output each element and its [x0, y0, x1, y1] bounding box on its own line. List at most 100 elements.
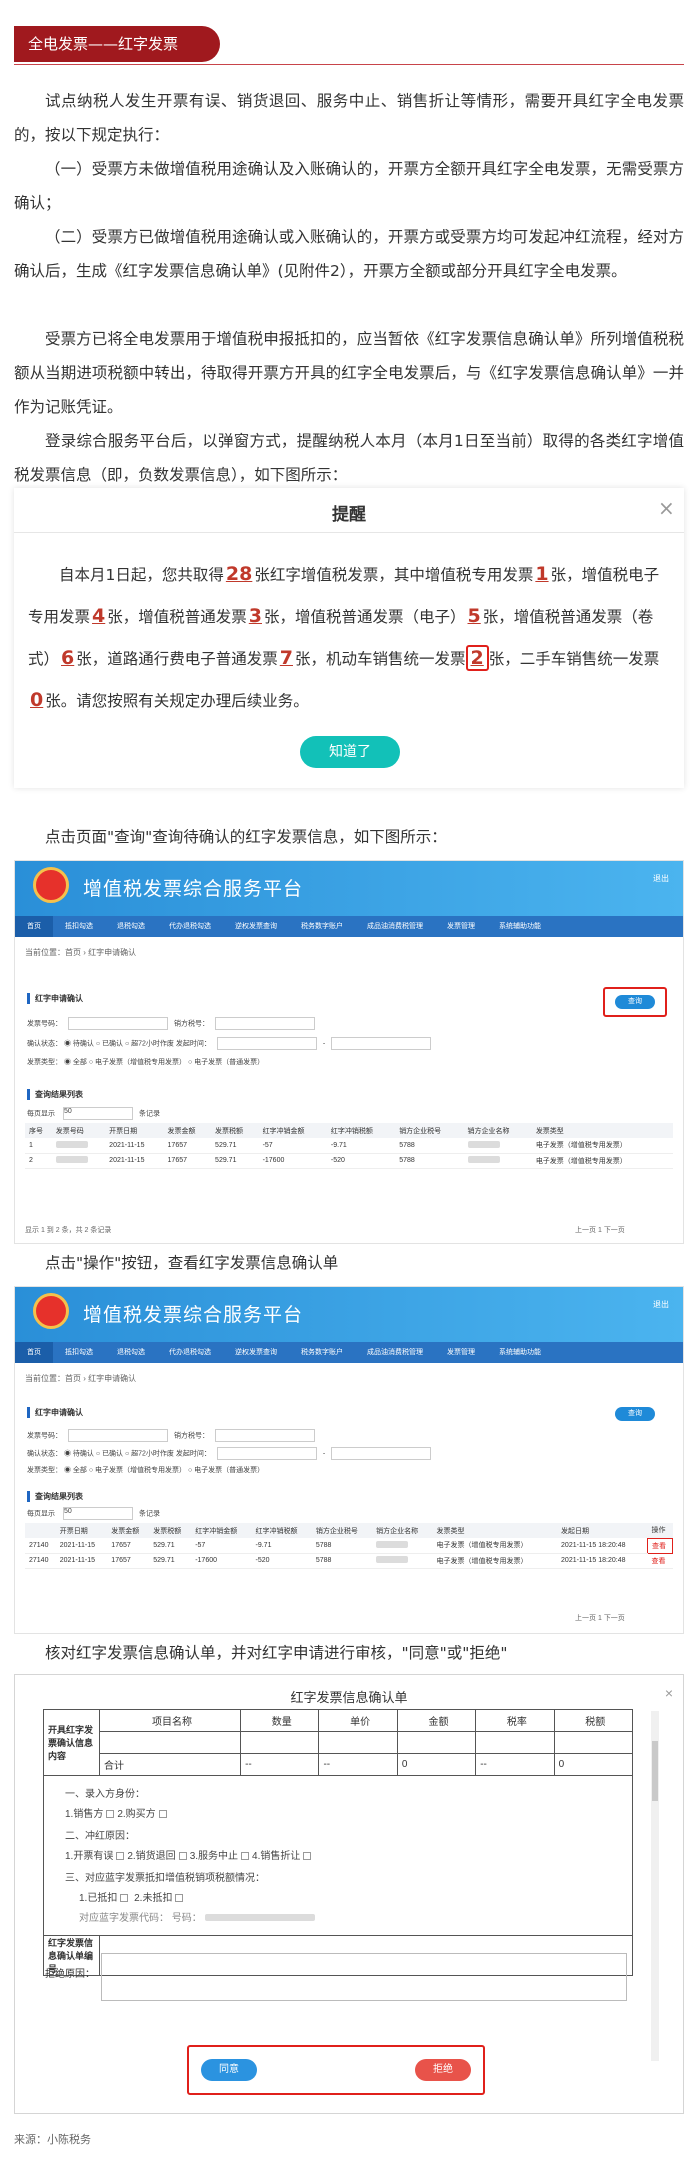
section-label: 二、冲红原因： — [65, 1831, 135, 1842]
nav-item[interactable]: 逆权发票查询 — [223, 1342, 289, 1363]
main-nav: 首页 抵扣勾选 退税勾选 代办退税勾选 逆权发票查询 税务数字账户 成品油消费税… — [15, 916, 683, 937]
checkbox[interactable] — [158, 1810, 167, 1819]
paragraph: 试点纳税人发生开票有误、销货退回、服务中止、销售折让等情形，需要开具红字全电发票… — [14, 92, 684, 144]
close-icon[interactable]: × — [665, 1685, 673, 1701]
breadcrumb: 当前位置：首页 › 红字申请确认 — [25, 948, 137, 957]
paragraph: 受票方已将全电发票用于增值税申报抵扣的，应当暂依《红字发票信息确认单》所列增值税… — [14, 330, 684, 416]
prev-page[interactable]: 上一页 — [575, 1227, 596, 1234]
paragraph: （二）受票方已做增值税用途确认或入账确认的，开票方或受票方均可发起冲红流程，经对… — [14, 228, 684, 280]
nav-item[interactable]: 抵扣勾选 — [53, 1342, 105, 1363]
confirmation-table: 开具红字发票确认信息内容 项目名称 数量 单价 金额 税率 税额 合计 -- -- 0… — [43, 1709, 634, 1976]
panel-header: 红字申请确认 — [27, 993, 83, 1004]
table-row[interactable]: 27140 2021-11-15 17657 529.71 -17600 -520 5788… — [25, 1553, 673, 1569]
nav-item[interactable]: 发票管理 — [435, 1342, 487, 1363]
main-nav: 首页 抵扣勾选 退税勾选 代办退税勾选 逆权发票查询 税务数字账户 成品油消费税… — [15, 1342, 683, 1363]
pagination-summary: 显示 1 到 2 条，共 2 条记录 — [25, 1227, 112, 1234]
source-note: 来源：小陈税务 — [14, 2133, 91, 2146]
scrollbar[interactable] — [651, 1711, 659, 2061]
invoice-number-input[interactable] — [68, 1017, 168, 1030]
popup-title: 提醒 — [332, 505, 366, 525]
view-operation-link[interactable]: 查看 — [646, 1537, 674, 1554]
checkbox-row: 1.开票有误 2.销货退回 3.服务中止 4.销售折让 — [65, 1847, 314, 1862]
page-size-select[interactable]: 50 — [62, 1507, 133, 1520]
agree-button[interactable]: 同意 — [201, 2059, 257, 2081]
reject-reason-label: 拒绝原因： — [45, 1969, 95, 1980]
nav-item[interactable]: 税务数字账户 — [289, 1342, 355, 1363]
dialog-title: 红字发票信息确认单 — [290, 1690, 408, 1705]
next-page[interactable]: 下一页 — [604, 1227, 625, 1234]
table-row[interactable]: 2 2021-11-15 17657 529.71 -17600 -520 5788 电子发票… — [25, 1153, 673, 1169]
next-page[interactable]: 下一页 — [604, 1615, 625, 1622]
filter-row: 确认状态： ◉ 待确认 ○ 已确认 ○ 超72小时作废 发起时间： - — [27, 1447, 437, 1460]
nav-item[interactable]: 首页 — [15, 916, 53, 937]
caption: 点击页面"查询"查询待确认的红字发票信息，如下图所示： — [45, 828, 447, 846]
checkbox[interactable] — [178, 1852, 187, 1861]
invoice-number-input[interactable] — [68, 1429, 168, 1442]
section-title-banner: 全电发票——红字发票 — [14, 26, 220, 62]
popup-divider — [14, 532, 684, 533]
seller-tax-input[interactable] — [215, 1429, 315, 1442]
panel-header: 查询结果列表 — [27, 1089, 83, 1100]
emblem-icon — [33, 867, 69, 903]
filter-row: 发票类型： ◉ 全部 ○ 电子发票（增值税专用发票） ○ 电子发票（普通发票） — [27, 1467, 265, 1474]
reject-button[interactable]: 拒绝 — [415, 2059, 471, 2081]
nav-item[interactable]: 发票管理 — [435, 916, 487, 937]
prev-page[interactable]: 上一页 — [575, 1615, 596, 1622]
nav-item[interactable]: 抵扣勾选 — [53, 916, 105, 937]
nav-item[interactable]: 代办退税勾选 — [157, 1342, 223, 1363]
reminder-popup: 提醒 × 自本月1日起，您共取得 28 张红字增值税发票，其中增值税专用发票 1 张，增… — [14, 488, 684, 788]
paragraph: 登录综合服务平台后，以弹窗方式，提醒纳税人本月（本月1日至当前）取得的各类红字增… — [14, 432, 684, 484]
results-table: 开票日期 发票金额 发票税额 红字冲销金额 红字冲销税额 销方企业税号 销方企业名称 发票类型… — [25, 1523, 674, 1569]
nav-item[interactable]: 首页 — [15, 1342, 53, 1363]
platform-banner: 增值税发票综合服务平台 退出 — [15, 1287, 683, 1342]
nav-item[interactable]: 退税勾选 — [105, 1342, 157, 1363]
screenshot-operation-page: 增值税发票综合服务平台 退出 首页 抵扣勾选 退税勾选 代办退税勾选 逆权发票查… — [14, 1286, 684, 1634]
nav-item[interactable]: 系统辅助功能 — [487, 1342, 553, 1363]
caption: 核对红字发票信息确认单，并对红字申请进行审核，"同意"或"拒绝" — [45, 1644, 508, 1662]
nav-item[interactable]: 系统辅助功能 — [487, 916, 553, 937]
page-size-select[interactable]: 50 — [62, 1107, 133, 1120]
close-icon[interactable]: × — [658, 496, 675, 520]
nav-item[interactable]: 逆权发票查询 — [223, 916, 289, 937]
start-date-input[interactable] — [216, 1037, 317, 1050]
nav-item[interactable]: 退税勾选 — [105, 916, 157, 937]
seller-tax-input[interactable] — [215, 1017, 315, 1030]
nav-item[interactable]: 成品油消费税管理 — [355, 1342, 435, 1363]
query-button[interactable]: 查询 — [615, 1407, 655, 1421]
view-operation-link[interactable]: 查看 — [647, 1553, 673, 1569]
checkbox[interactable] — [241, 1852, 250, 1861]
reject-reason-input[interactable] — [101, 1953, 627, 2001]
checkbox[interactable] — [116, 1852, 125, 1861]
checkbox[interactable] — [106, 1810, 115, 1819]
logout-link[interactable]: 退出 — [653, 1299, 669, 1310]
checkbox[interactable] — [120, 1894, 129, 1903]
nav-item[interactable]: 成品油消费税管理 — [355, 916, 435, 937]
end-date-input[interactable] — [331, 1447, 432, 1460]
pagination: 上一页 1 下一页 — [575, 1225, 625, 1235]
table-row[interactable]: 1 2021-11-15 17657 529.71 -57 -9.71 5788 电子发票（增… — [25, 1138, 673, 1154]
panel-header: 红字申请确认 — [27, 1407, 83, 1418]
table-row[interactable]: 27140 2021-11-15 17657 529.71 -57 -9.71 5788 电子… — [25, 1537, 674, 1554]
page-number[interactable]: 1 — [598, 1615, 602, 1622]
checkbox[interactable] — [303, 1852, 312, 1861]
highlighted-count: 2 — [465, 645, 489, 671]
end-date-input[interactable] — [331, 1037, 432, 1050]
checkbox[interactable] — [175, 1894, 184, 1903]
blue-invoice-info: 对应蓝字发票代码： 号码： — [79, 1909, 315, 1924]
platform-title: 增值税发票综合服务平台 — [83, 879, 304, 900]
panel-header: 查询结果列表 — [27, 1491, 83, 1502]
nav-item[interactable]: 税务数字账户 — [289, 916, 355, 937]
breadcrumb: 当前位置：首页 › 红字申请确认 — [25, 1374, 137, 1383]
start-date-input[interactable] — [216, 1447, 317, 1460]
platform-banner: 增值税发票综合服务平台 退出 — [15, 861, 683, 916]
section-label: 三、对应蓝字发票抵扣增值税销项税额情况： — [65, 1873, 265, 1884]
nav-item[interactable]: 代办退税勾选 — [157, 916, 223, 937]
ok-button[interactable]: 知道了 — [300, 736, 400, 768]
section-label: 一、录入方身份： — [65, 1789, 145, 1800]
page-number[interactable]: 1 — [598, 1227, 602, 1234]
logout-link[interactable]: 退出 — [653, 873, 669, 884]
popup-message: 自本月1日起，您共取得 28 张红字增值税发票，其中增值税专用发票 1 张，增值税电子专… — [28, 563, 660, 711]
confirmation-dialog: 红字发票信息确认单 × 开具红字发票确认信息内容 项目名称 数量 单价 金额 税… — [14, 1674, 684, 2114]
results-table: 序号 发票号码 开票日期 发票金额 发票税额 红字冲销金额 红字冲销税额 销方企业税号 销方企业… — [25, 1123, 673, 1169]
caption: 点击"操作"按钮，查看红字发票信息确认单 — [45, 1254, 339, 1272]
